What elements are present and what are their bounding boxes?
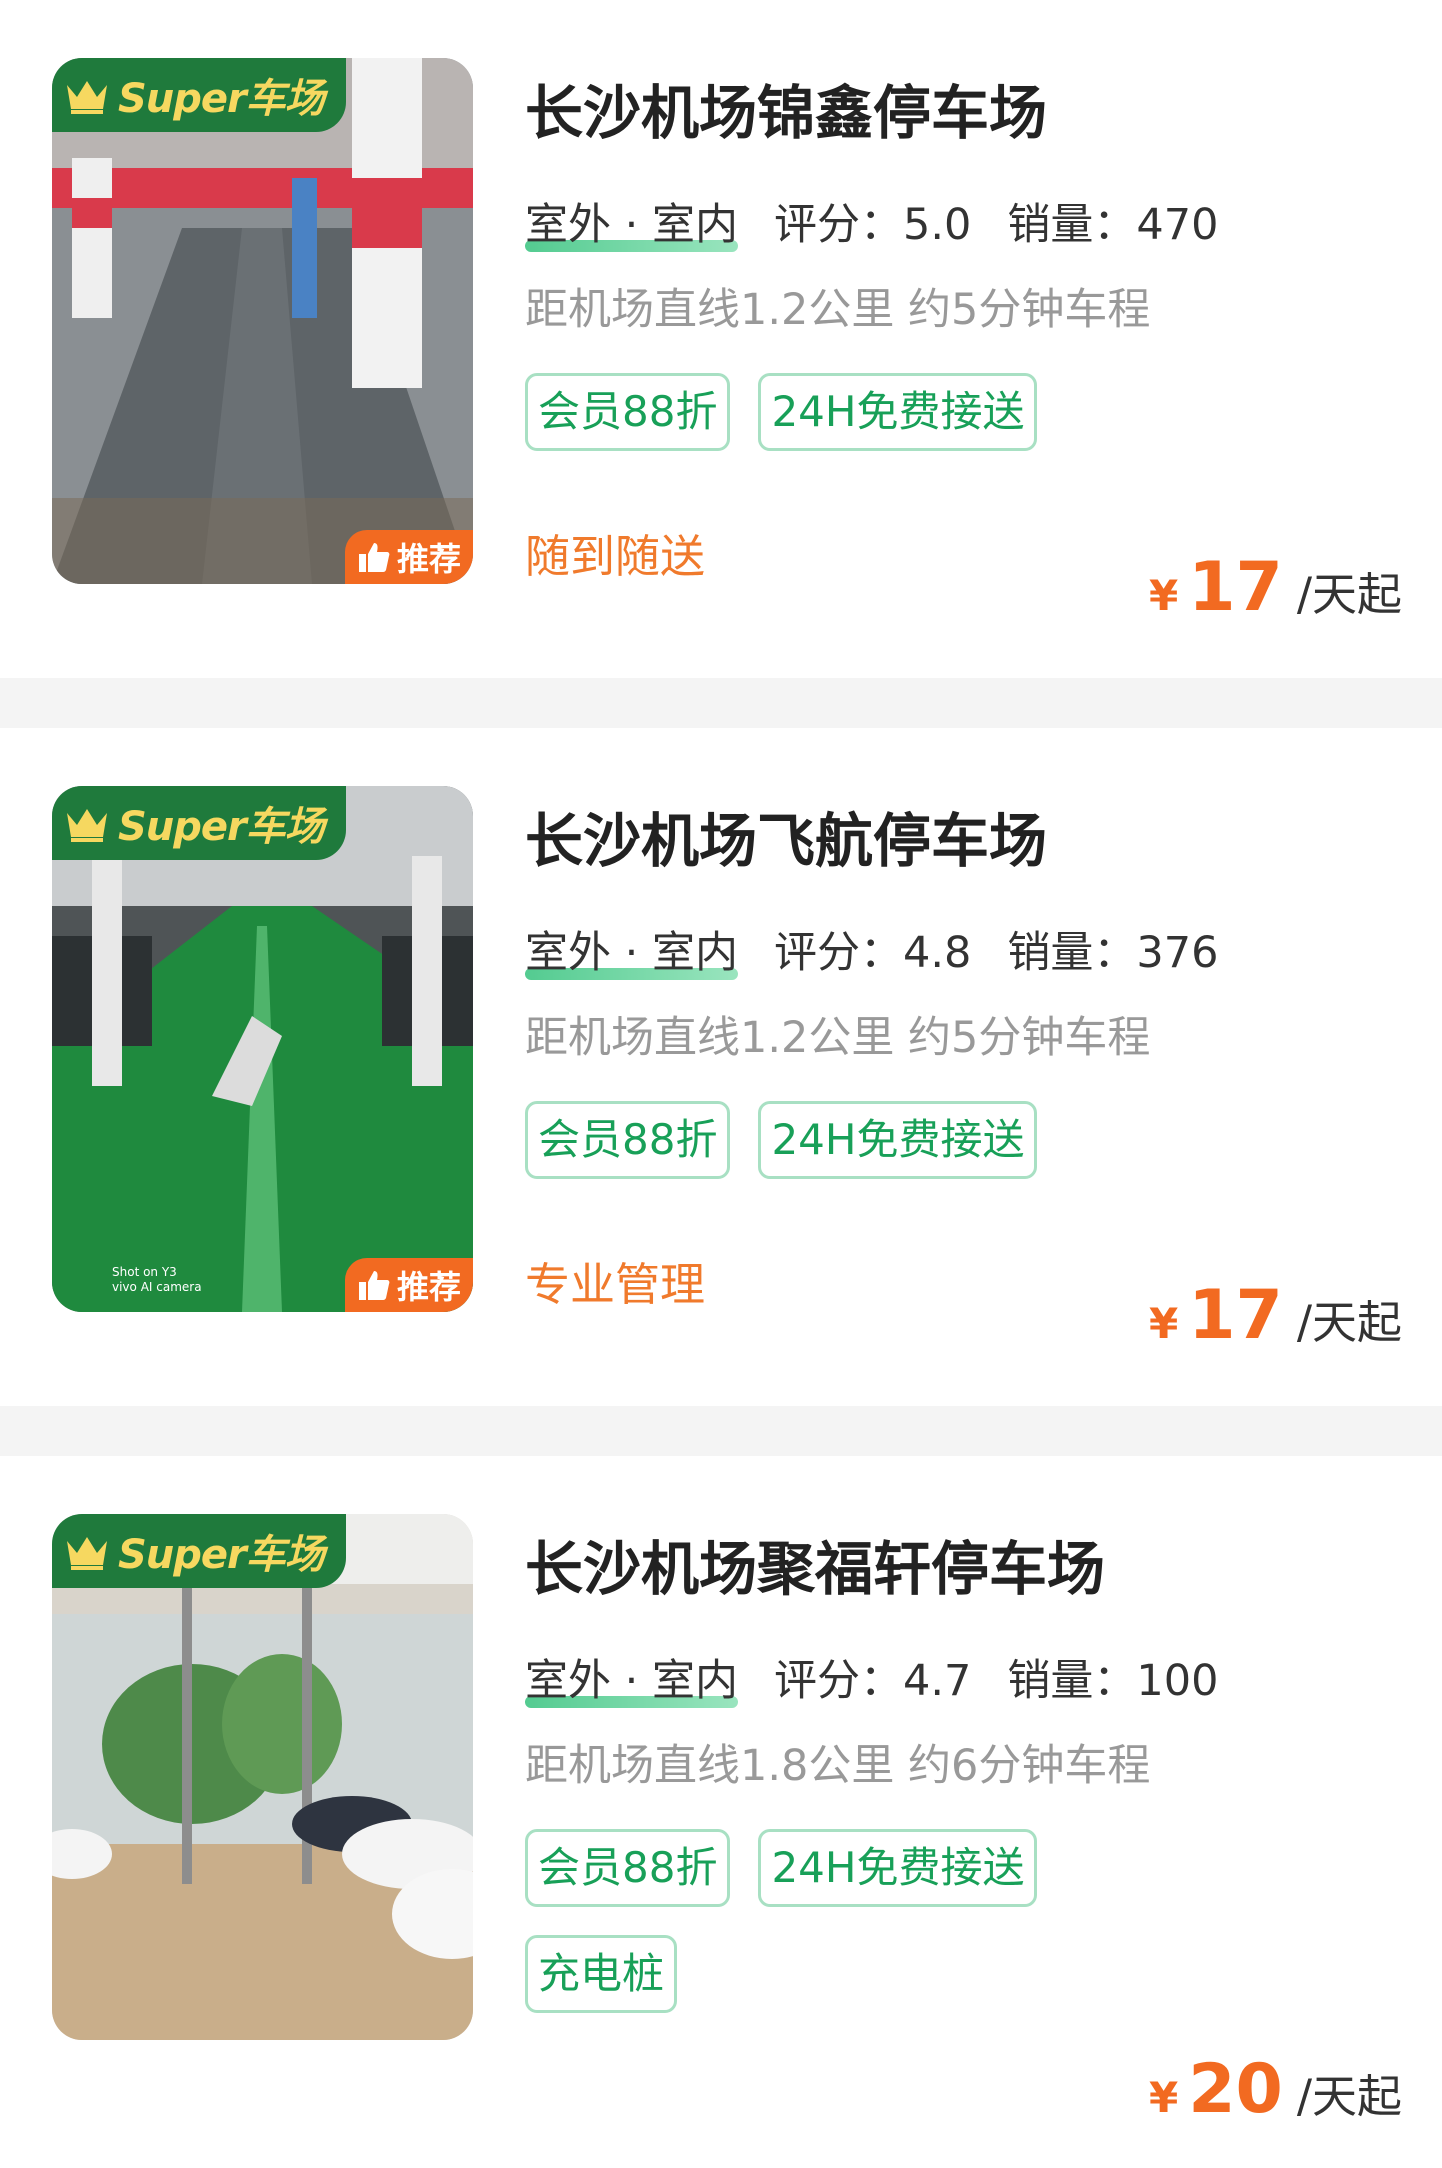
thumbs-up-icon: [358, 1271, 390, 1300]
parking-lot-list: Super车场 推荐 长沙机场锦鑫停车场 室外 · 室内 评分：5.0 销量：4…: [0, 0, 1442, 2168]
sales-label: 销量：: [1007, 928, 1137, 978]
price: ¥ 17 /天起: [1149, 548, 1402, 627]
recommend-label: 推荐: [396, 540, 461, 578]
outdoor-parking-photo: [52, 1514, 473, 2040]
distance-text: 距机场直线1.2公里 约5分钟车程: [525, 1013, 1151, 1063]
distance-text: 距机场直线1.2公里 约5分钟车程: [525, 285, 1151, 335]
price: ¥ 20 /天起: [1149, 2050, 1402, 2129]
price-unit: /天起: [1296, 568, 1402, 621]
rating-value: 4.7: [903, 1656, 972, 1706]
parking-lot-name[interactable]: 长沙机场聚福轩停车场: [525, 1522, 1105, 1606]
lot-type: 室外 · 室内: [525, 918, 739, 980]
tag-free-shuttle: 24H免费接送: [758, 1101, 1038, 1179]
parking-lot-name[interactable]: 长沙机场锦鑫停车场: [525, 66, 1047, 150]
sales-label: 销量：: [1007, 200, 1137, 250]
super-lot-badge: Super车场: [52, 1514, 346, 1588]
tag-charging-pile: 充电桩: [525, 1935, 678, 2013]
price-value: 17: [1188, 548, 1283, 627]
crown-icon: [67, 1537, 107, 1570]
crown-icon: [67, 81, 107, 114]
currency-symbol: ¥: [1148, 2073, 1179, 2122]
tag-member-discount: 会员88折: [525, 373, 731, 451]
parking-lot-meta: 室外 · 室内 评分：4.8 销量：376: [525, 918, 1218, 980]
recommend-badge: 推荐: [344, 530, 473, 584]
sales-label: 销量：: [1007, 1656, 1137, 1706]
super-badge-label: Super车场: [118, 804, 325, 850]
currency-symbol: ¥: [1148, 1299, 1179, 1348]
recommend-label: 推荐: [396, 1268, 461, 1306]
rating: 评分：4.7: [774, 1646, 971, 1708]
tag-member-discount: 会员88折: [525, 1101, 731, 1179]
parking-lot-name[interactable]: 长沙机场飞航停车场: [525, 794, 1047, 878]
lot-type: 室外 · 室内: [525, 190, 739, 252]
underground-parking-photo: [52, 58, 473, 584]
tag-list: 会员88折 24H免费接送: [525, 1101, 1145, 1179]
rating-value: 5.0: [903, 200, 972, 250]
thumbs-up-icon: [358, 543, 390, 572]
distance-text: 距机场直线1.8公里 约6分钟车程: [525, 1741, 1151, 1791]
sales: 销量：376: [1007, 918, 1218, 980]
parking-lot-meta: 室外 · 室内 评分：5.0 销量：470: [525, 190, 1218, 252]
sales: 销量：100: [1007, 1646, 1218, 1708]
parking-lot-photo[interactable]: Super车场: [52, 1514, 473, 2040]
lot-type: 室外 · 室内: [525, 1646, 739, 1708]
feature-text: 随到随送: [525, 530, 706, 583]
tag-list: 会员88折 24H免费接送: [525, 373, 1145, 451]
super-lot-badge: Super车场: [52, 58, 346, 132]
tag-member-discount: 会员88折: [525, 1829, 731, 1907]
super-lot-badge: Super车场: [52, 786, 346, 860]
super-badge-label: Super车场: [118, 1532, 325, 1578]
photo-caption-line2: vivo AI camera: [112, 1280, 202, 1294]
underground-parking-photo: Shot on Y3 vivo AI camera: [52, 786, 473, 1312]
parking-lot-photo[interactable]: Shot on Y3 vivo AI camera Super车场 推荐: [52, 786, 473, 1312]
rating: 评分：4.8: [774, 918, 971, 980]
price-unit: /天起: [1296, 1296, 1402, 1349]
sales: 销量：470: [1007, 190, 1218, 252]
sales-value: 470: [1136, 200, 1219, 250]
price-value: 20: [1188, 2050, 1283, 2129]
lot-type-text: 室外 · 室内: [525, 1656, 739, 1706]
super-badge-label: Super车场: [118, 76, 325, 122]
lot-type-text: 室外 · 室内: [525, 200, 739, 250]
price-value: 17: [1188, 1276, 1283, 1355]
tag-list: 会员88折 24H免费接送 充电桩: [525, 1829, 1145, 2013]
tag-free-shuttle: 24H免费接送: [758, 1829, 1038, 1907]
parking-lot-card[interactable]: Super车场 长沙机场聚福轩停车场 室外 · 室内 评分：4.7 销量：100…: [0, 1456, 1442, 2168]
rating-label: 评分：: [774, 200, 904, 250]
rating: 评分：5.0: [774, 190, 971, 252]
price: ¥ 17 /天起: [1149, 1276, 1402, 1355]
photo-caption-line1: Shot on Y3: [112, 1265, 177, 1279]
sales-value: 100: [1136, 1656, 1219, 1706]
price-unit: /天起: [1296, 2070, 1402, 2123]
sales-value: 376: [1136, 928, 1219, 978]
lot-type-text: 室外 · 室内: [525, 928, 739, 978]
rating-value: 4.8: [903, 928, 972, 978]
parking-lot-meta: 室外 · 室内 评分：4.7 销量：100: [525, 1646, 1218, 1708]
parking-lot-card[interactable]: Shot on Y3 vivo AI camera Super车场 推荐 长沙机…: [0, 728, 1442, 1406]
crown-icon: [67, 809, 107, 842]
parking-lot-photo[interactable]: Super车场 推荐: [52, 58, 473, 584]
recommend-badge: 推荐: [344, 1258, 473, 1312]
tag-free-shuttle: 24H免费接送: [758, 373, 1038, 451]
parking-lot-card[interactable]: Super车场 推荐 长沙机场锦鑫停车场 室外 · 室内 评分：5.0 销量：4…: [0, 0, 1442, 678]
rating-label: 评分：: [774, 1656, 904, 1706]
currency-symbol: ¥: [1148, 571, 1179, 620]
feature-text: 专业管理: [525, 1258, 706, 1311]
rating-label: 评分：: [774, 928, 904, 978]
